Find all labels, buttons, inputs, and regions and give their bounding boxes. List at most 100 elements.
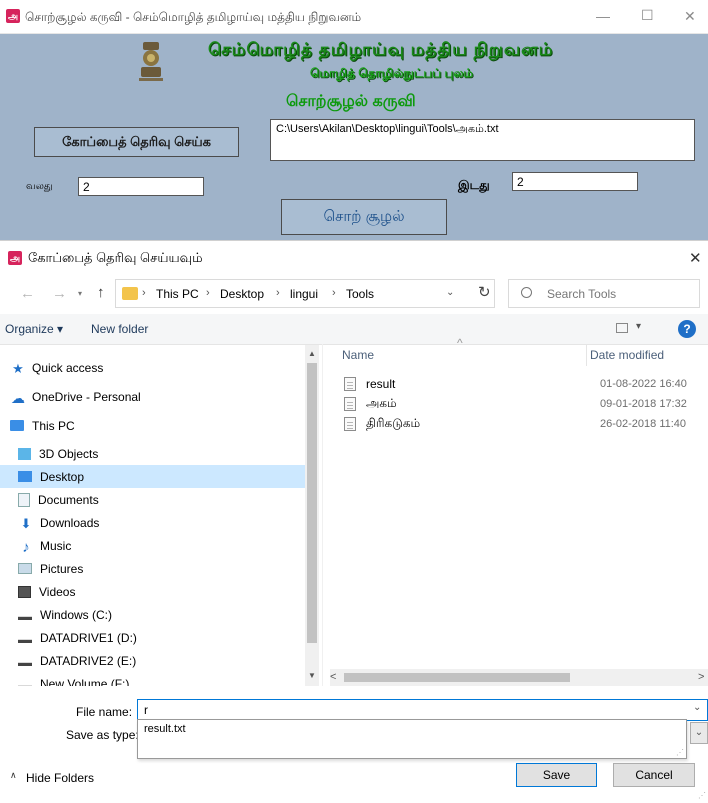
hide-folders-button[interactable]: Hide Folders	[26, 771, 94, 785]
file-date-cell: 09-01-2018 17:32	[600, 398, 687, 410]
sidebar-item-desktop[interactable]: Desktop	[0, 465, 305, 488]
left-context-label: இடது	[458, 178, 490, 192]
view-dropdown-icon[interactable]: ▾	[636, 321, 641, 332]
organize-menu[interactable]: Organize ▾	[5, 322, 63, 336]
document-icon	[18, 492, 30, 507]
new-folder-button[interactable]: New folder	[91, 322, 148, 336]
download-icon: ⬇	[20, 515, 32, 531]
app-titlebar: அ சொற்சூழல் கருவி - செம்மொழித் தமிழாய்வு…	[0, 0, 708, 34]
sidebar-item-label: Videos	[39, 584, 76, 599]
breadcrumb-sep: ›	[206, 287, 210, 299]
breadcrumb-this-pc[interactable]: This PC	[156, 287, 199, 301]
search-box[interactable]: Search Tools	[508, 279, 700, 308]
address-bar[interactable]: › This PC › Desktop › lingui › Tools ⌄	[115, 279, 495, 308]
h-scrollbar-thumb[interactable]	[344, 673, 570, 682]
sidebar-item-label: 3D Objects	[39, 446, 99, 461]
column-header-name[interactable]: Name	[342, 348, 374, 362]
scroll-up-icon[interactable]: ▲	[308, 349, 316, 358]
column-divider	[586, 344, 587, 366]
command-bar: Organize ▾ New folder ▾ ?	[0, 314, 708, 345]
file-name-cell: result	[366, 377, 396, 391]
forward-button[interactable]: →	[52, 285, 67, 302]
scroll-down-icon[interactable]: ▼	[308, 671, 316, 680]
sidebar-item-pictures[interactable]: Pictures	[0, 557, 305, 580]
sidebar-item-onedrive-personal[interactable]: ☁ OneDrive - Personal	[0, 385, 305, 408]
file-name-value: r	[144, 703, 148, 717]
sidebar-item-new-volume-f[interactable]: New Volume (F:)	[0, 672, 305, 686]
file-name-input[interactable]: r ⌄	[137, 699, 708, 721]
app-logo-icon: அ	[6, 9, 20, 23]
navigation-pane: ▲ ▼ ★ Quick access ☁ OneDrive - Personal Thi…	[0, 344, 323, 686]
sidebar-scrollbar[interactable]: ▲ ▼	[305, 345, 319, 686]
sidebar-item-quick-access[interactable]: ★ Quick access	[0, 356, 305, 379]
sidebar-item-3d-objects[interactable]: 3D Objects	[0, 442, 305, 465]
sidebar-item-windows-c[interactable]: Windows (C:)	[0, 603, 305, 626]
file-name-dropdown-icon[interactable]: ⌄	[693, 702, 701, 713]
resize-grip-icon[interactable]: ⋰	[676, 748, 684, 757]
text-file-icon	[344, 377, 356, 391]
select-file-button[interactable]: கோப்பைத் தெரிவு செய்க	[34, 127, 239, 157]
recent-locations-icon[interactable]: ▾	[78, 289, 82, 298]
scroll-right-icon[interactable]: >	[698, 671, 704, 683]
sidebar-item-documents[interactable]: Documents	[0, 488, 305, 511]
drive-icon	[18, 661, 32, 666]
save-dialog: அ கோப்பைத் தெரிவு செய்யவும் ✕ ← → ▾ ↑ › …	[0, 240, 708, 803]
desktop-icon	[18, 471, 32, 482]
breadcrumb-lingui[interactable]: lingui	[290, 287, 318, 301]
sidebar-item-datadrive1-d[interactable]: DATADRIVE1 (D:)	[0, 626, 305, 649]
minimize-button[interactable]: —	[596, 8, 610, 24]
folder-icon	[122, 287, 138, 300]
video-icon	[18, 585, 31, 598]
sidebar-item-music[interactable]: ♪ Music	[0, 534, 305, 557]
sidebar-item-this-pc[interactable]: This PC	[0, 414, 305, 437]
save-button[interactable]: Save	[516, 763, 597, 787]
sidebar-item-downloads[interactable]: ⬇ Downloads	[0, 511, 305, 534]
cancel-button[interactable]: Cancel	[613, 763, 695, 787]
maximize-button[interactable]: ☐	[641, 7, 654, 24]
address-dropdown-icon[interactable]: ⌄	[446, 287, 454, 298]
left-context-input[interactable]: 2	[512, 172, 638, 191]
file-path-field[interactable]: C:\Users\Akilan\Desktop\lingui\Tools\அகம…	[270, 119, 695, 161]
drive-icon	[18, 638, 32, 643]
file-row[interactable]: அகம் 09-01-2018 17:32	[344, 394, 704, 414]
sidebar-item-label: OneDrive - Personal	[32, 389, 141, 404]
dialog-resize-grip-icon[interactable]: ⋰	[698, 791, 706, 800]
sidebar-item-videos[interactable]: Videos	[0, 580, 305, 603]
sidebar-item-label: Desktop	[40, 469, 85, 484]
scroll-left-icon[interactable]: <	[330, 671, 336, 683]
autocomplete-item[interactable]: result.txt	[144, 723, 186, 735]
dialog-close-button[interactable]: ✕	[689, 249, 702, 267]
music-icon: ♪	[22, 538, 30, 556]
scrollbar-thumb[interactable]	[307, 363, 317, 643]
search-icon	[521, 287, 532, 298]
close-button[interactable]: ✕	[684, 8, 696, 25]
sidebar-item-datadrive2-e[interactable]: DATADRIVE2 (E:)	[0, 649, 305, 672]
file-row[interactable]: result 01-08-2022 16:40	[344, 374, 704, 394]
right-context-input[interactable]: 2	[78, 177, 204, 196]
autocomplete-popup: result.txt ⋰	[137, 719, 687, 759]
file-date-cell: 26-02-2018 11:40	[600, 418, 687, 430]
view-options-icon[interactable]	[616, 323, 628, 333]
save-as-type-dropdown[interactable]: ⌄	[690, 722, 708, 744]
back-button[interactable]: ←	[20, 285, 35, 302]
file-list-pane: Name ^ Date modified result 01-08-2022 16…	[330, 336, 708, 686]
horizontal-scrollbar[interactable]: < >	[330, 669, 708, 686]
breadcrumb-tools[interactable]: Tools	[346, 287, 374, 301]
hide-folders-chevron-icon[interactable]: ∧	[10, 770, 17, 781]
monitor-icon	[10, 420, 24, 431]
up-button[interactable]: ↑	[97, 284, 105, 301]
file-name-cell: அகம்	[366, 396, 397, 410]
sidebar-item-label: Quick access	[32, 360, 104, 375]
breadcrumb-desktop[interactable]: Desktop	[220, 287, 264, 301]
sidebar-item-label: New Volume (F:)	[40, 676, 130, 687]
file-row[interactable]: திரிகடுகம் 26-02-2018 11:40	[344, 414, 704, 434]
drive-icon	[18, 615, 32, 620]
sort-arrow-icon: ^	[457, 336, 463, 350]
column-header-date[interactable]: Date modified	[590, 348, 664, 362]
refresh-icon[interactable]: ↻	[478, 283, 491, 301]
word-context-button[interactable]: சொற் சூழல்	[281, 199, 447, 235]
picture-icon	[18, 563, 32, 574]
star-icon: ★	[12, 360, 24, 376]
help-icon[interactable]: ?	[678, 320, 696, 338]
sidebar-item-label: DATADRIVE2 (E:)	[40, 653, 137, 668]
